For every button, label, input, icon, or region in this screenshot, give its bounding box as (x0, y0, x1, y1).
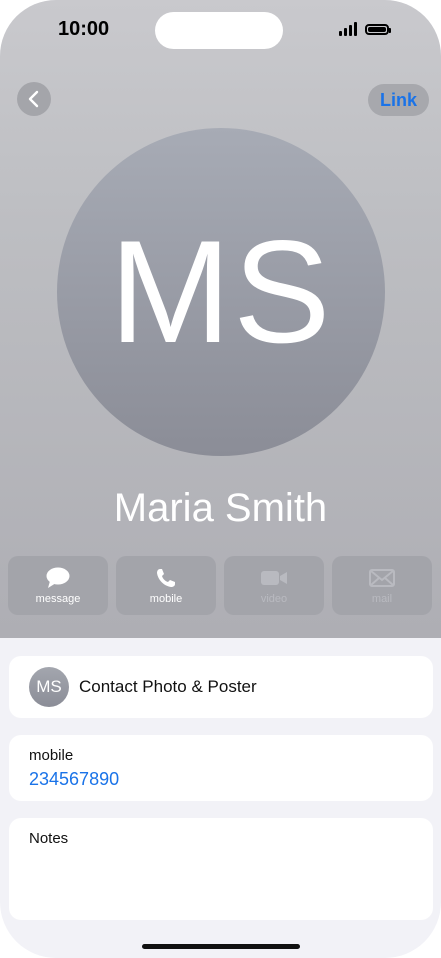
envelope-icon (369, 567, 395, 589)
battery-icon (365, 23, 391, 35)
contact-screen: 10:00 Link MS Maria Smith message mobile… (0, 0, 441, 958)
status-time: 10:00 (58, 18, 110, 40)
phone-type-label: mobile (29, 747, 74, 764)
back-button[interactable] (17, 82, 51, 116)
cellular-signal-icon (339, 22, 357, 36)
contact-avatar: MS (57, 128, 385, 456)
mail-label: mail (371, 592, 393, 605)
home-indicator[interactable] (142, 944, 300, 949)
chevron-left-icon (28, 90, 39, 108)
video-label: video (260, 592, 288, 605)
message-bubble-icon (45, 567, 71, 589)
contact-name: Maria Smith (113, 486, 328, 530)
quick-actions: message mobile video mail (8, 556, 433, 615)
mobile-action-label: mobile (149, 592, 183, 605)
phone-number-link[interactable]: 234567890 (29, 769, 119, 790)
call-mobile-button[interactable]: mobile (116, 556, 216, 615)
message-button[interactable]: message (8, 556, 108, 615)
link-button[interactable]: Link (367, 84, 429, 116)
message-label: message (35, 592, 81, 605)
dynamic-island (155, 12, 283, 49)
mail-button[interactable]: mail (332, 556, 432, 615)
video-camera-icon (260, 567, 288, 589)
notes-card[interactable]: Notes (9, 818, 433, 920)
phone-number-card: mobile 234567890 (9, 735, 433, 801)
notes-label: Notes (29, 830, 69, 847)
status-icons (339, 22, 391, 36)
contact-photo-poster-row[interactable]: MS Contact Photo & Poster (9, 656, 433, 718)
video-button[interactable]: video (224, 556, 324, 615)
phone-icon (155, 567, 177, 589)
contact-photo-thumbnail: MS (29, 667, 69, 707)
contact-photo-poster-label: Contact Photo & Poster (79, 677, 257, 696)
